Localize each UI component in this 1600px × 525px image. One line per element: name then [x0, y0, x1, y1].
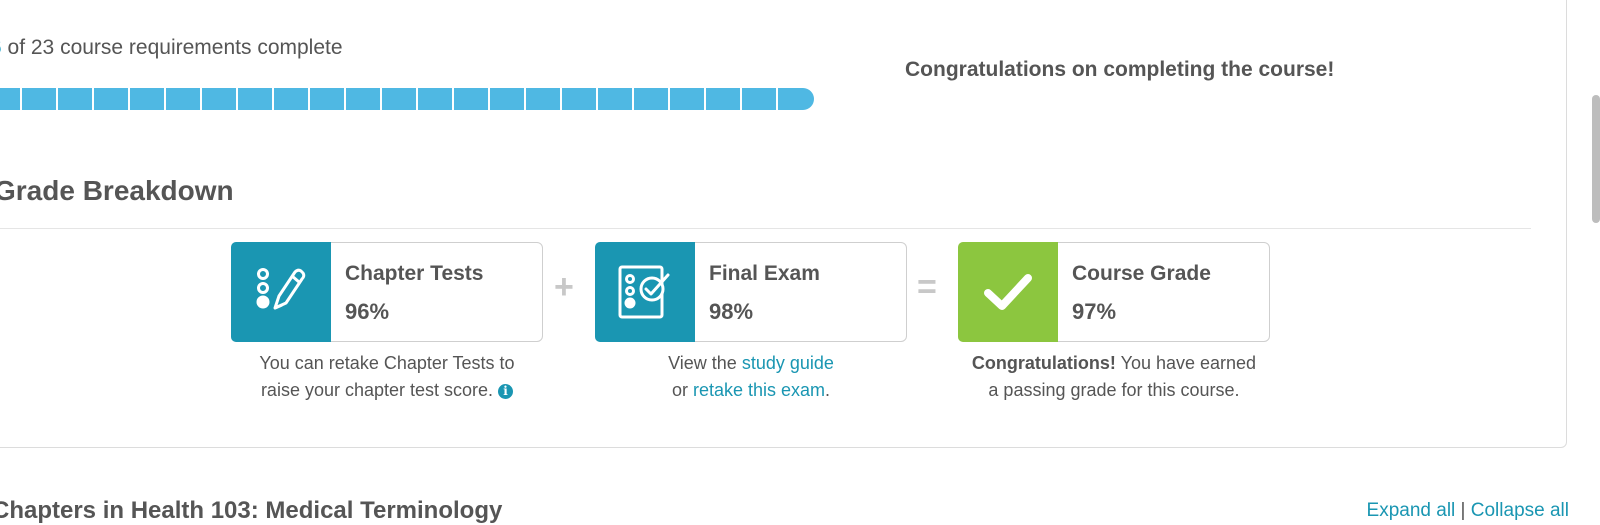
- plus-sign: +: [554, 268, 574, 306]
- card-label: Course Grade: [1072, 262, 1211, 285]
- expand-all-link[interactable]: Expand all: [1367, 500, 1456, 521]
- passing-grade-text: a passing grade for this course.: [988, 380, 1240, 400]
- progress-segment: [670, 88, 704, 110]
- final-exam-description: View the study guide or retake this exam…: [586, 350, 916, 404]
- progress-segment: [562, 88, 596, 110]
- requirements-status: 6 of 23 course requirements complete: [0, 36, 343, 60]
- scrollbar-thumb[interactable]: [1592, 95, 1600, 223]
- progress-segment: [742, 88, 776, 110]
- course-grade-card: Course Grade 97%: [958, 242, 1270, 342]
- chapter-tests-icon: [231, 242, 331, 342]
- progress-segment: [22, 88, 56, 110]
- progress-segment: [346, 88, 380, 110]
- progress-segment: [526, 88, 560, 110]
- progress-segment: [202, 88, 236, 110]
- card-percent: 98%: [709, 299, 754, 324]
- equals-sign: =: [917, 268, 937, 306]
- view-prefix: View the: [668, 353, 742, 373]
- card-label: Final Exam: [709, 262, 820, 285]
- retake-exam-link[interactable]: retake this exam: [693, 380, 825, 400]
- chapter-desc-line2: raise your chapter test score.: [260, 380, 499, 400]
- course-complete-message: Congratulations on completing the course…: [905, 58, 1335, 81]
- chapter-desc-line1: You can retake Chapter Tests to: [259, 353, 515, 373]
- progress-segment: [274, 88, 308, 110]
- course-grade-description: Congratulations! You have earned a passi…: [949, 350, 1279, 404]
- study-guide-link[interactable]: study guide: [742, 353, 834, 373]
- chapters-heading: Chapters in Health 103: Medical Terminol…: [0, 497, 503, 524]
- card-label: Chapter Tests: [345, 262, 484, 285]
- progress-segment: [418, 88, 452, 110]
- chapter-tests-card: Chapter Tests 96%: [231, 242, 543, 342]
- requirements-progress-bar: [0, 88, 814, 110]
- progress-segment: [598, 88, 632, 110]
- progress-segment: [94, 88, 128, 110]
- card-percent: 96%: [345, 299, 390, 324]
- progress-segment: [310, 88, 344, 110]
- congrats-bold: Congratulations!: [971, 353, 1116, 373]
- final-exam-icon: [595, 242, 695, 342]
- period: .: [825, 380, 831, 400]
- earned-text: You have earned: [1115, 353, 1257, 373]
- progress-segment: [454, 88, 488, 110]
- requirements-text: of 23 course requirements complete: [1, 36, 343, 59]
- progress-segment: [634, 88, 668, 110]
- progress-segment: [778, 88, 814, 110]
- progress-segment: [58, 88, 92, 110]
- progress-segment: [166, 88, 200, 110]
- final-exam-card: Final Exam 98%: [595, 242, 907, 342]
- section-divider: [0, 228, 1531, 229]
- chapter-tests-description: You can retake Chapter Tests to raise yo…: [222, 350, 552, 404]
- progress-segment: [490, 88, 524, 110]
- or-prefix: or: [671, 380, 693, 400]
- link-separator: |: [1460, 500, 1466, 521]
- checkmark-icon: [958, 242, 1058, 342]
- info-icon[interactable]: i: [498, 384, 514, 399]
- progress-segment: [706, 88, 740, 110]
- expand-collapse-controls: Expand all | Collapse all: [1367, 500, 1569, 522]
- progress-segment: [238, 88, 272, 110]
- progress-segment: [0, 88, 20, 110]
- progress-segment: [130, 88, 164, 110]
- progress-segment: [382, 88, 416, 110]
- collapse-all-link[interactable]: Collapse all: [1471, 500, 1569, 521]
- card-percent: 97%: [1072, 299, 1117, 324]
- grade-breakdown-title: Grade Breakdown: [0, 175, 234, 206]
